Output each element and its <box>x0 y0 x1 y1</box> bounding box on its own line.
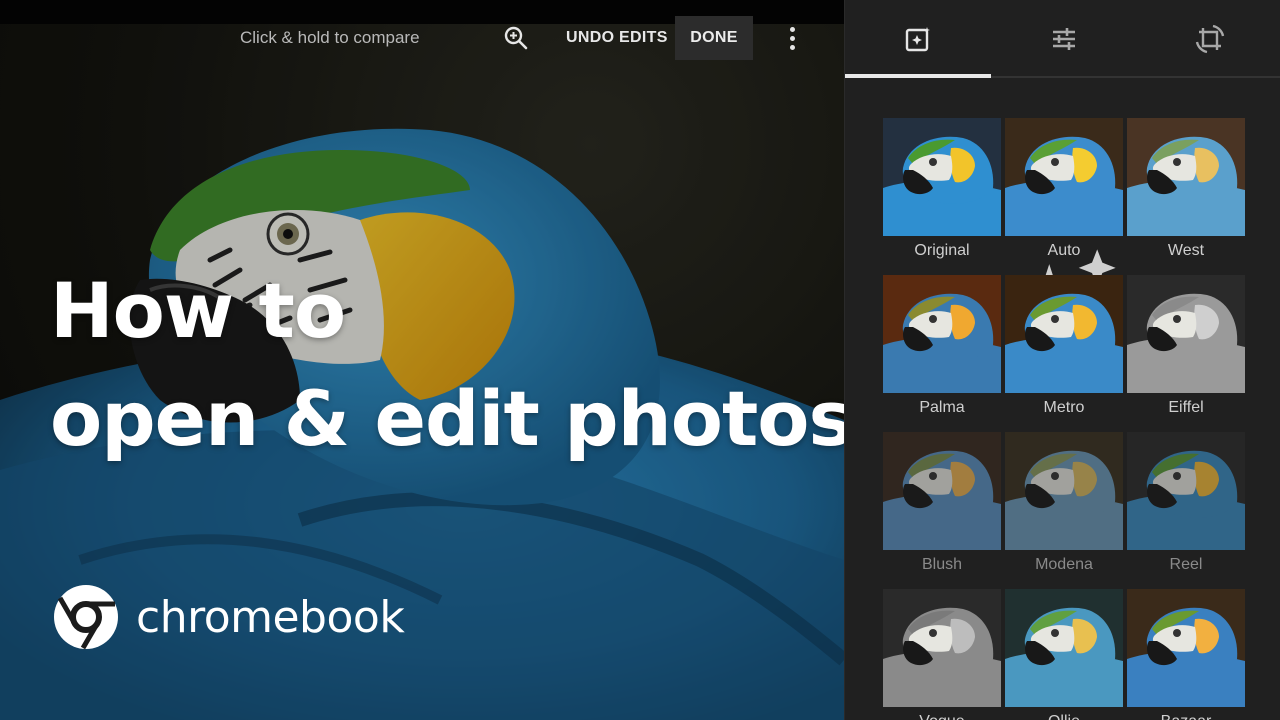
tab-crop-rotate[interactable] <box>1137 0 1280 78</box>
filter-modena[interactable]: Modena <box>1005 432 1123 582</box>
filter-label: Ollie <box>1005 713 1123 720</box>
filter-thumbnail <box>1127 589 1245 707</box>
filter-eiffel[interactable]: Eiffel <box>1127 275 1245 425</box>
auto-enhance-icon <box>905 27 930 52</box>
chromebook-brand: chromebook <box>52 583 405 651</box>
crop-rotate-icon <box>1195 24 1225 54</box>
filter-label-text: Modena <box>1035 556 1093 573</box>
filter-thumbnail <box>883 275 1001 393</box>
video-title-line-2: open & edit photos <box>50 374 854 463</box>
filter-thumbnail <box>883 589 1001 707</box>
filter-ollie[interactable]: Ollie <box>1005 589 1123 720</box>
filter-label-text: Palma <box>919 399 965 416</box>
filter-thumbnail <box>1127 275 1245 393</box>
filter-label-text: Original <box>914 242 970 259</box>
filter-west[interactable]: West <box>1127 118 1245 268</box>
filter-label: Auto <box>1005 242 1123 338</box>
filter-thumbnail <box>1005 118 1123 236</box>
chrome-logo-icon <box>54 585 118 650</box>
undo-edits-button[interactable]: UNDO EDITS <box>556 18 678 58</box>
filter-label-text: Bazaar <box>1161 713 1212 720</box>
more-vertical-icon <box>789 26 795 32</box>
edit-panel: Original Auto West Palma Metro Eiffel Blush Mod… <box>844 0 1280 720</box>
filter-label-text: Eiffel <box>1168 399 1204 416</box>
more-options-button[interactable] <box>780 22 804 54</box>
adjust-sliders-icon <box>1053 28 1075 50</box>
filter-original[interactable]: Original <box>883 118 1001 268</box>
thumbnail-shade <box>883 432 1001 550</box>
compare-hint: Click & hold to compare <box>240 28 420 47</box>
filter-label: Original <box>883 242 1001 260</box>
filter-thumbnail <box>1127 118 1245 236</box>
filter-label: Metro <box>1005 399 1123 417</box>
panel-tabs <box>845 0 1280 78</box>
brand-name: chromebook <box>136 591 405 643</box>
done-button[interactable]: DONE <box>675 16 753 60</box>
thumbnail-shade <box>1005 432 1123 550</box>
filter-thumbnail <box>883 118 1001 236</box>
tab-adjustments[interactable] <box>991 0 1137 78</box>
filter-label-text: West <box>1167 242 1205 259</box>
active-tab-indicator <box>845 74 991 78</box>
filter-label-text: Metro <box>1043 399 1085 416</box>
filter-label-text: Ollie <box>1048 713 1080 720</box>
filter-thumbnail <box>1005 275 1123 393</box>
filter-auto[interactable]: Auto <box>1005 118 1123 338</box>
filter-thumbnail <box>1005 589 1123 707</box>
tab-filters[interactable] <box>845 0 991 78</box>
filter-label: Reel <box>1127 556 1245 574</box>
filter-label: Palma <box>883 399 1001 417</box>
filter-label: Eiffel <box>1127 399 1245 417</box>
filter-blush[interactable]: Blush <box>883 432 1001 582</box>
filter-grid: Original Auto West Palma Metro Eiffel Blush Mod… <box>883 118 1247 720</box>
filter-label: Vogue <box>883 713 1001 720</box>
filter-label-text: Blush <box>921 556 963 573</box>
filter-palma[interactable]: Palma <box>883 275 1001 425</box>
zoom-in-button[interactable] <box>500 22 532 54</box>
filter-reel[interactable]: Reel <box>1127 432 1245 582</box>
filter-label-text: Reel <box>1169 556 1203 573</box>
thumbnail-shade <box>1127 432 1245 550</box>
filter-label: Modena <box>1005 556 1123 574</box>
video-title-line-1: How to <box>50 266 346 355</box>
filter-vogue[interactable]: Vogue <box>883 589 1001 720</box>
filter-label-text: Vogue <box>919 713 964 720</box>
zoom-in-icon <box>504 26 528 50</box>
filter-bazaar[interactable]: Bazaar <box>1127 589 1245 720</box>
filter-label: Bazaar <box>1127 713 1245 720</box>
filter-label: West <box>1127 242 1245 260</box>
filter-label: Blush <box>883 556 1001 574</box>
filter-metro[interactable]: Metro <box>1005 275 1123 425</box>
